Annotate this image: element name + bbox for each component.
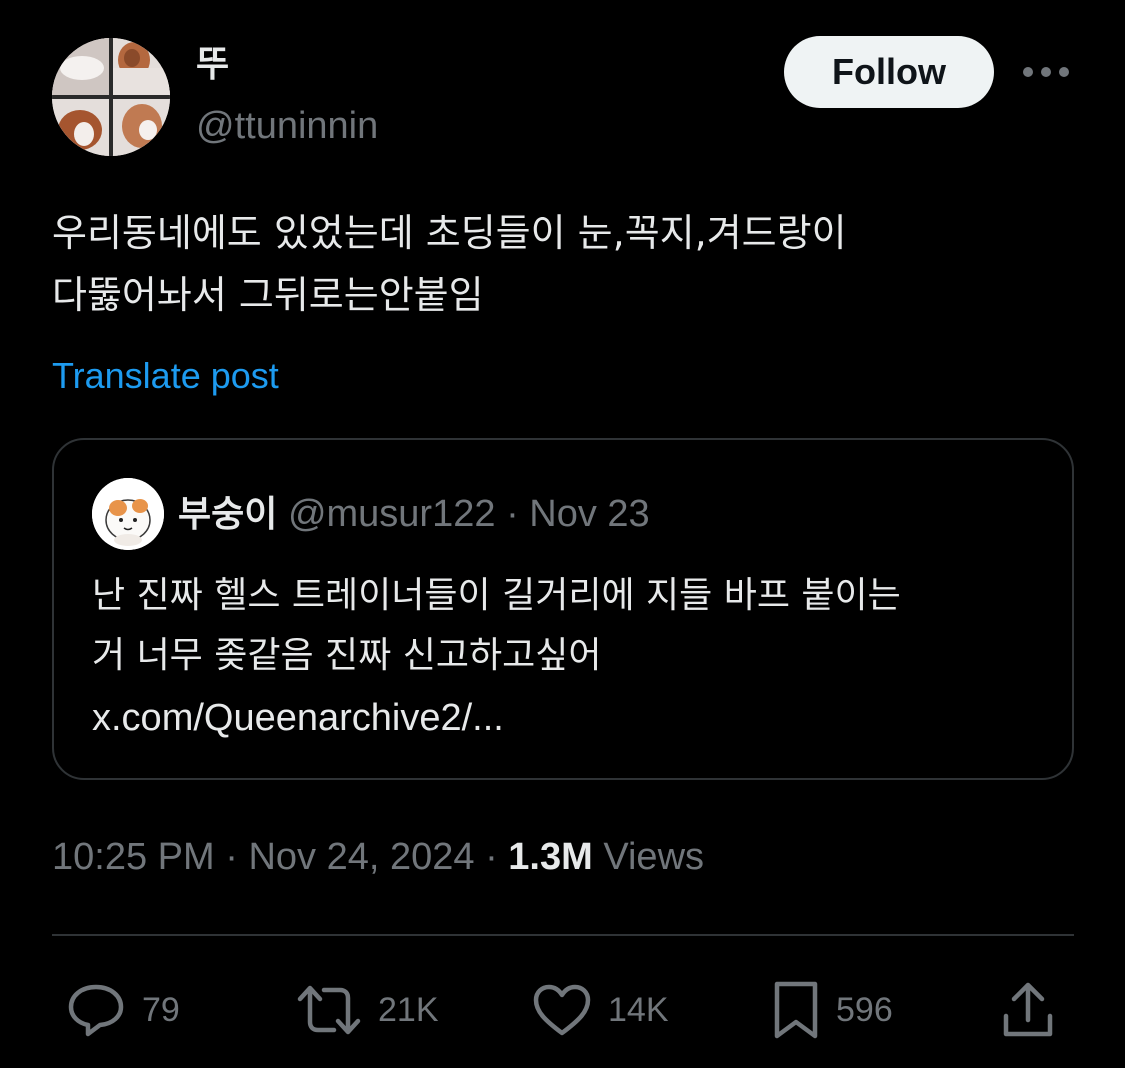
author-handle[interactable]: @ttuninnin bbox=[196, 104, 378, 148]
bookmark-icon bbox=[774, 981, 818, 1039]
reply-button[interactable]: 79 bbox=[66, 978, 180, 1042]
quoted-post-text: 난 진짜 헬스 트레이너들이 길거리에 지들 바프 붙이는 거 너무 좆같음 진… bbox=[92, 566, 1052, 686]
like-icon bbox=[533, 984, 591, 1036]
quoted-post-header: 부숭이 @musur122 · Nov 23 bbox=[178, 488, 650, 541]
share-icon bbox=[1003, 982, 1053, 1037]
quoted-author-handle[interactable]: @musur122 bbox=[288, 493, 496, 535]
quoted-author-display-name[interactable]: 부숭이 bbox=[178, 494, 277, 535]
reply-icon bbox=[68, 984, 124, 1037]
repost-count: 21K bbox=[378, 991, 439, 1029]
post-time[interactable]: 10:25 PM bbox=[52, 836, 215, 878]
bookmark-count: 596 bbox=[836, 991, 893, 1029]
quoted-avatar-image bbox=[92, 478, 164, 550]
follow-button[interactable]: Follow bbox=[784, 36, 994, 108]
author-display-name[interactable]: 뚜 bbox=[196, 44, 229, 84]
author-avatar[interactable] bbox=[52, 38, 170, 156]
reply-count: 79 bbox=[142, 991, 180, 1029]
share-button[interactable] bbox=[1000, 978, 1056, 1042]
translate-post-link[interactable]: Translate post bbox=[52, 352, 279, 400]
bookmark-button[interactable]: 596 bbox=[772, 978, 893, 1042]
quoted-post-separator: · bbox=[506, 493, 519, 535]
tweet-text-line: 다뚫어놔서 그뒤로는안붙임 bbox=[52, 273, 484, 317]
tweet-text-line: 우리동네에도 있었는데 초딩들이 눈,꼭지,겨드랑이 bbox=[52, 211, 847, 255]
quoted-post-text-line: 난 진짜 헬스 트레이너들이 길거리에 지들 바프 붙이는 bbox=[92, 575, 901, 616]
repost-button[interactable]: 21K bbox=[296, 978, 439, 1042]
meta-separator: · bbox=[485, 836, 498, 878]
meta-separator: · bbox=[225, 836, 238, 878]
like-count: 14K bbox=[608, 991, 669, 1029]
quoted-post-text-line: 거 너무 좆같음 진짜 신고하고싶어 bbox=[92, 635, 602, 676]
more-options-button[interactable] bbox=[1018, 52, 1074, 92]
quoted-post-card[interactable]: 부숭이 @musur122 · Nov 23 난 진짜 헬스 트레이너들이 길거… bbox=[52, 438, 1074, 780]
tweet-text: 우리동네에도 있었는데 초딩들이 눈,꼭지,겨드랑이 다뚫어놔서 그뒤로는안붙임 bbox=[52, 202, 1072, 326]
author-avatar-image bbox=[52, 38, 170, 156]
repost-icon bbox=[297, 985, 361, 1035]
more-horizontal-icon bbox=[1023, 67, 1069, 77]
views-count: 1.3M bbox=[508, 836, 593, 878]
divider bbox=[52, 934, 1074, 936]
post-meta-row: 10:25 PM · Nov 24, 2024 · 1.3M Views bbox=[52, 830, 704, 884]
views-label: Views bbox=[603, 836, 705, 878]
quoted-author-avatar[interactable] bbox=[92, 478, 164, 550]
like-button[interactable]: 14K bbox=[532, 978, 669, 1042]
quoted-post-link[interactable]: x.com/Queenarchive2/... bbox=[92, 692, 504, 744]
post-date[interactable]: Nov 24, 2024 bbox=[248, 836, 474, 878]
quoted-post-date[interactable]: Nov 23 bbox=[529, 493, 649, 535]
